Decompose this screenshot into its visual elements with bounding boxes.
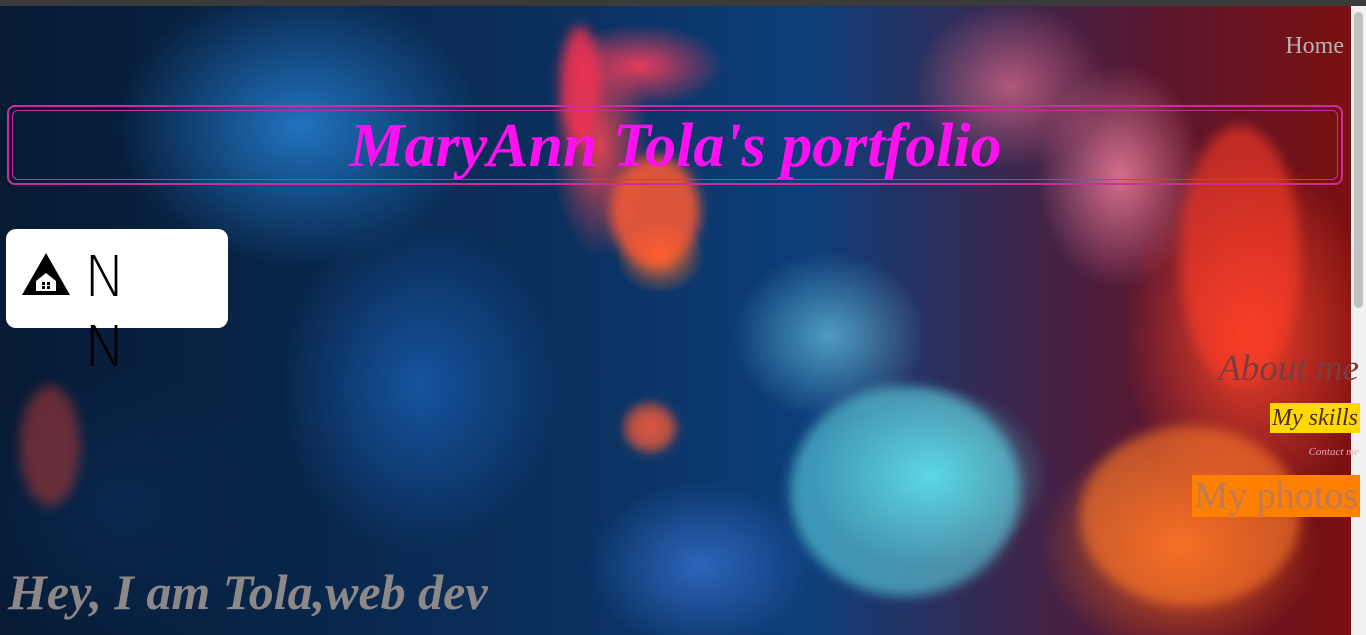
logo-text: N N bbox=[84, 245, 146, 380]
scrollbar-thumb[interactable] bbox=[1354, 12, 1363, 308]
nav-contact-link[interactable]: Contact me bbox=[1309, 446, 1359, 458]
house-triangle-icon bbox=[22, 253, 70, 295]
hero-heading: Hey, I am Tola,web dev bbox=[8, 564, 488, 620]
nav-about-link[interactable]: About me bbox=[1218, 347, 1359, 390]
logo: N N bbox=[6, 229, 228, 380]
nav-skills-link[interactable]: My skills bbox=[1270, 403, 1360, 433]
vertical-scrollbar[interactable] bbox=[1351, 6, 1366, 635]
page-title: MaryAnn Tola's portfolio bbox=[349, 112, 1002, 180]
nav-home-link[interactable]: Home bbox=[1285, 33, 1344, 60]
nav-photos-link[interactable]: My photos bbox=[1192, 475, 1360, 517]
